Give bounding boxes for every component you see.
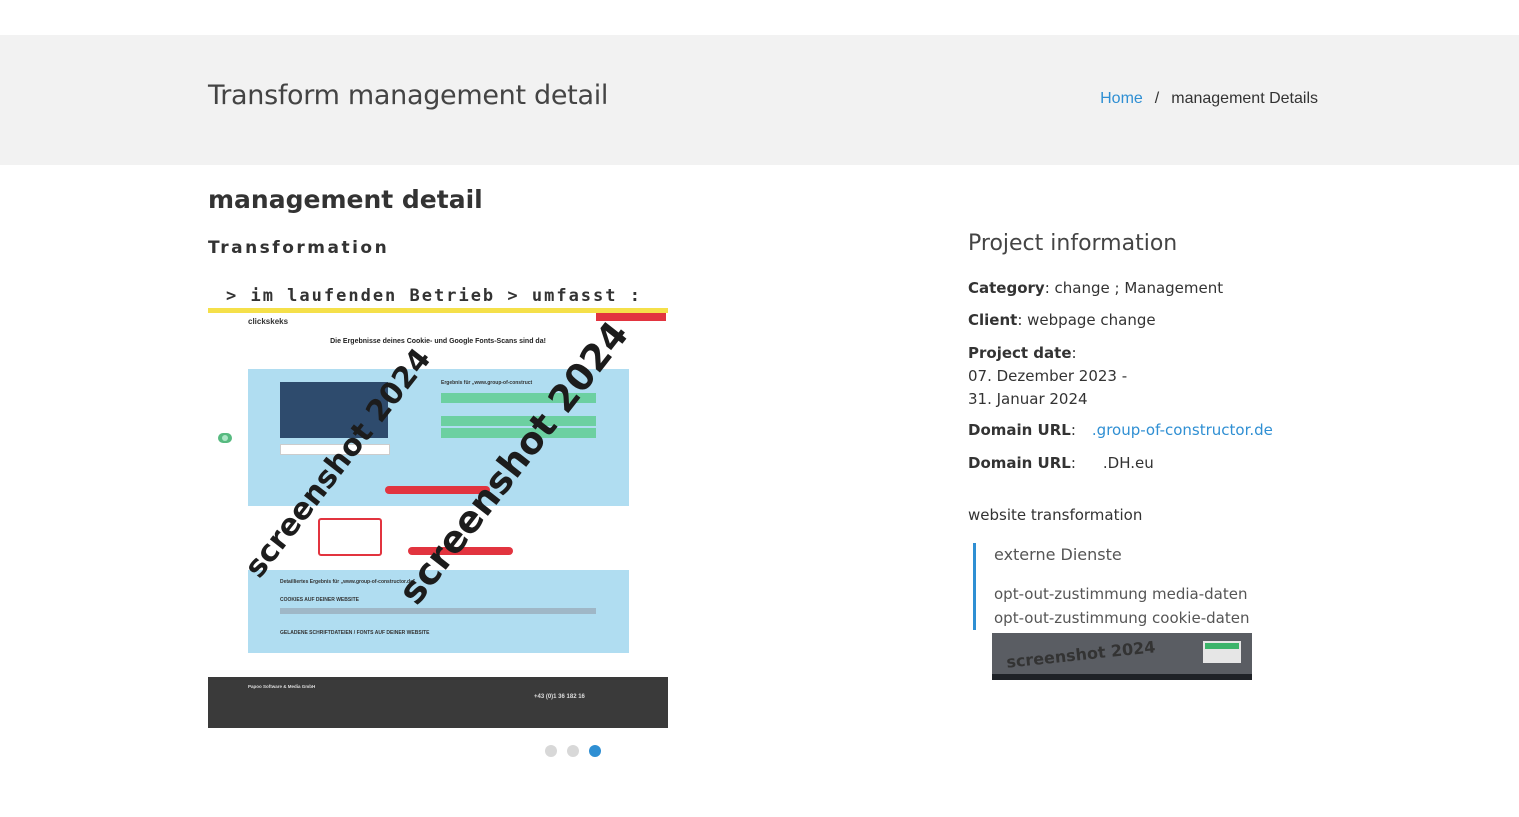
thumb-green-button	[1205, 643, 1239, 649]
screenshot-footer: Papoo Software & Media GmbH +43 (0)1 36 …	[208, 677, 668, 728]
slider-dot-2[interactable]	[567, 745, 579, 757]
client-value: : webpage change	[1017, 311, 1156, 329]
client-label: Client	[968, 311, 1018, 329]
category-value: : change ; Management	[1044, 279, 1224, 297]
consent-screenshot-thumbnail[interactable]: screenshot 2024	[992, 633, 1252, 680]
project-date-label: Project date	[968, 344, 1072, 362]
screenshot-footer-company: Papoo Software & Media GmbH	[248, 684, 316, 689]
slider-dot-3-active[interactable]	[589, 745, 601, 757]
domain-url-row-1: Domain URL: .group-of-constructor.de	[968, 419, 1273, 442]
domain-url-label: Domain URL	[968, 454, 1071, 472]
thumb-taskbar	[992, 674, 1252, 680]
domain-url-colon: :	[1070, 421, 1076, 439]
domain-url-row-2: Domain URL: .DH.eu	[968, 452, 1154, 475]
category-label: Category	[968, 279, 1045, 297]
project-info-title: Project information	[968, 231, 1178, 256]
screenshot-table-bar	[280, 608, 596, 614]
client-row: Client: webpage change	[968, 309, 1156, 332]
slider-prev-control[interactable]	[218, 433, 232, 443]
domain-url-label: Domain URL	[968, 421, 1071, 439]
slider-screenshot-image[interactable]: clickskeks Die Ergebnisse deines Cookie-…	[208, 308, 668, 728]
watermark-text: screenshot 2024	[1005, 637, 1157, 672]
breadcrumb-separator: /	[1154, 90, 1160, 107]
quote-title: externe Dienste	[994, 545, 1122, 564]
screenshot-fonts-label: GELADENE SCHRIFTDATEIEN / FONTS AUF DEIN…	[280, 630, 430, 636]
breadcrumb: Home / management Details	[1100, 90, 1318, 108]
screenshot-cookies-label: COOKIES AUF DEINER WEBSITE	[280, 597, 359, 603]
breadcrumb-home-link[interactable]: Home	[1100, 90, 1143, 107]
project-date-row: Project date: 07. Dezember 2023 - 31. Ja…	[968, 342, 1127, 411]
domain-url-value: .DH.eu	[1102, 454, 1154, 472]
page-title: Transform management detail	[208, 80, 609, 111]
domain-url-colon: :	[1070, 454, 1076, 472]
domain-url-link[interactable]: .group-of-constructor.de	[1092, 421, 1273, 439]
screenshot-logo: clickskeks	[248, 317, 289, 326]
breadcrumb-current: management Details	[1171, 90, 1318, 107]
screenshot-footer-phone: +43 (0)1 36 182 16	[534, 694, 585, 700]
blockquote: externe Dienste opt-out-zustimmung media…	[973, 543, 1266, 630]
project-date-end: 31. Januar 2024	[968, 390, 1088, 408]
screenshot-result-label: Ergebnis für „www.group-of-construct	[441, 380, 533, 386]
slider-pagination	[545, 745, 611, 764]
scope-line: > im laufenden Betrieb > umfasst :	[226, 286, 642, 306]
quote-line-cookie: opt-out-zustimmung cookie-daten	[994, 609, 1250, 627]
project-date-start: 07. Dezember 2023 -	[968, 367, 1128, 385]
project-date-colon: :	[1071, 344, 1077, 362]
website-transformation-label: website transformation	[968, 506, 1143, 524]
screenshot-laptop-icon	[318, 518, 382, 556]
quote-line-media: opt-out-zustimmung media-daten	[994, 585, 1248, 603]
section-subtitle: Transformation	[208, 238, 390, 258]
category-row: Category: change ; Management	[968, 277, 1223, 300]
slider-dot-1[interactable]	[545, 745, 557, 757]
section-title: management detail	[208, 185, 483, 214]
